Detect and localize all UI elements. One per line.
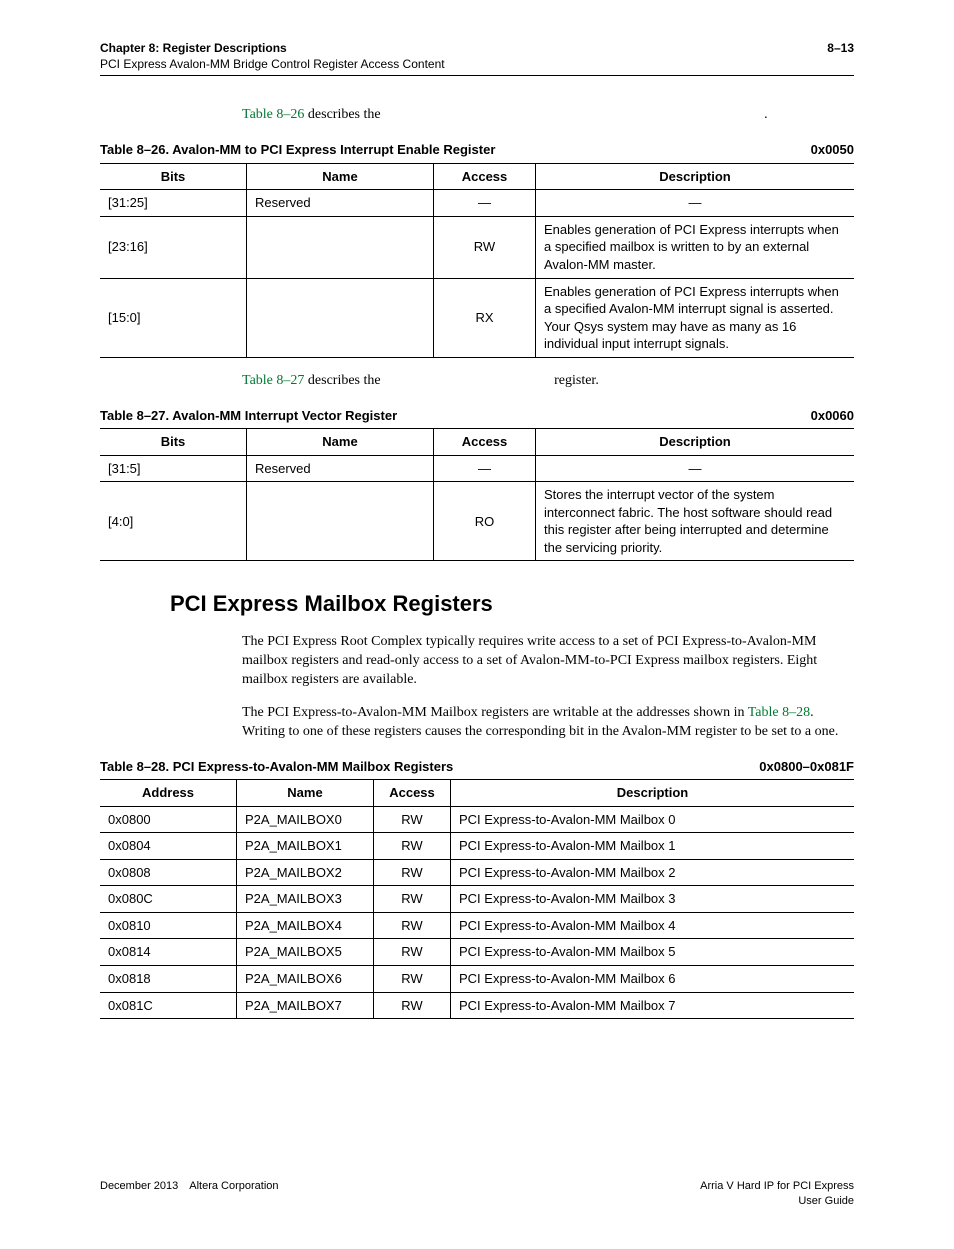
footer-right-2: User Guide [700, 1194, 854, 1209]
col-access: Access [434, 429, 536, 456]
table-27-caption: Table 8–27. Avalon-MM Interrupt Vector R… [100, 407, 854, 425]
table-26-caption-left: Table 8–26. Avalon-MM to PCI Express Int… [100, 141, 495, 159]
col-desc: Description [536, 429, 855, 456]
table-28-caption-right: 0x0800–0x081F [759, 758, 854, 776]
table-28-caption-left: Table 8–28. PCI Express-to-Avalon-MM Mai… [100, 758, 453, 776]
col-desc: Description [536, 163, 855, 190]
table-26: Bits Name Access Description [31:25] Res… [100, 163, 854, 358]
link-table-27[interactable]: Table 8–27 [242, 373, 304, 388]
table-row: 0x081CP2A_MAILBOX7RWPCI Express-to-Avalo… [100, 992, 854, 1019]
col-bits: Bits [100, 163, 247, 190]
col-bits: Bits [100, 429, 247, 456]
table-27-caption-left: Table 8–27. Avalon-MM Interrupt Vector R… [100, 407, 397, 425]
footer-left: December 2013 Altera Corporation [100, 1179, 279, 1209]
table-28: Address Name Access Description 0x0800P2… [100, 779, 854, 1019]
table-row: [23:16] RW Enables generation of PCI Exp… [100, 216, 854, 278]
col-name: Name [237, 780, 374, 807]
section-paragraph-1: The PCI Express Root Complex typically r… [242, 633, 854, 690]
table-27-caption-right: 0x0060 [811, 407, 854, 425]
col-name: Name [247, 163, 434, 190]
header-pageno: 8–13 [827, 40, 854, 72]
table-row: 0x0808P2A_MAILBOX2RWPCI Express-to-Avalo… [100, 859, 854, 886]
table-row: 0x0814P2A_MAILBOX5RWPCI Express-to-Avalo… [100, 939, 854, 966]
col-name: Name [247, 429, 434, 456]
table-row: [31:5] Reserved — — [100, 455, 854, 482]
table-row: 0x0818P2A_MAILBOX6RWPCI Express-to-Avalo… [100, 965, 854, 992]
table-26-caption: Table 8–26. Avalon-MM to PCI Express Int… [100, 141, 854, 159]
table-row: [31:25] Reserved — — [100, 190, 854, 217]
table-26-caption-right: 0x0050 [811, 141, 854, 159]
table-row: 0x0800P2A_MAILBOX0RWPCI Express-to-Avalo… [100, 806, 854, 833]
table-row: [4:0] RO Stores the interrupt vector of … [100, 482, 854, 561]
header-subtitle: PCI Express Avalon-MM Bridge Control Reg… [100, 56, 445, 72]
page-header: Chapter 8: Register Descriptions PCI Exp… [100, 40, 854, 76]
table-28-caption: Table 8–28. PCI Express-to-Avalon-MM Mai… [100, 758, 854, 776]
intro-table-26: Table 8–26 describes the . [242, 106, 854, 125]
table-row: [15:0] RX Enables generation of PCI Expr… [100, 278, 854, 357]
link-table-26[interactable]: Table 8–26 [242, 107, 304, 122]
intro-table-27: Table 8–27 describes the register. [170, 372, 854, 391]
table-row: 0x080CP2A_MAILBOX3RWPCI Express-to-Avalo… [100, 886, 854, 913]
col-access: Access [434, 163, 536, 190]
page-footer: December 2013 Altera Corporation Arria V… [100, 1179, 854, 1209]
section-paragraph-2: The PCI Express-to-Avalon-MM Mailbox reg… [242, 704, 854, 742]
header-chapter: Chapter 8: Register Descriptions [100, 40, 445, 56]
section-heading: PCI Express Mailbox Registers [170, 589, 854, 619]
table-27: Bits Name Access Description [31:5] Rese… [100, 428, 854, 561]
link-table-28[interactable]: Table 8–28 [748, 705, 810, 720]
col-addr: Address [100, 780, 237, 807]
table-row: 0x0804P2A_MAILBOX1RWPCI Express-to-Avalo… [100, 833, 854, 860]
col-desc: Description [451, 780, 855, 807]
table-row: 0x0810P2A_MAILBOX4RWPCI Express-to-Avalo… [100, 912, 854, 939]
footer-right-1: Arria V Hard IP for PCI Express [700, 1179, 854, 1194]
col-access: Access [374, 780, 451, 807]
